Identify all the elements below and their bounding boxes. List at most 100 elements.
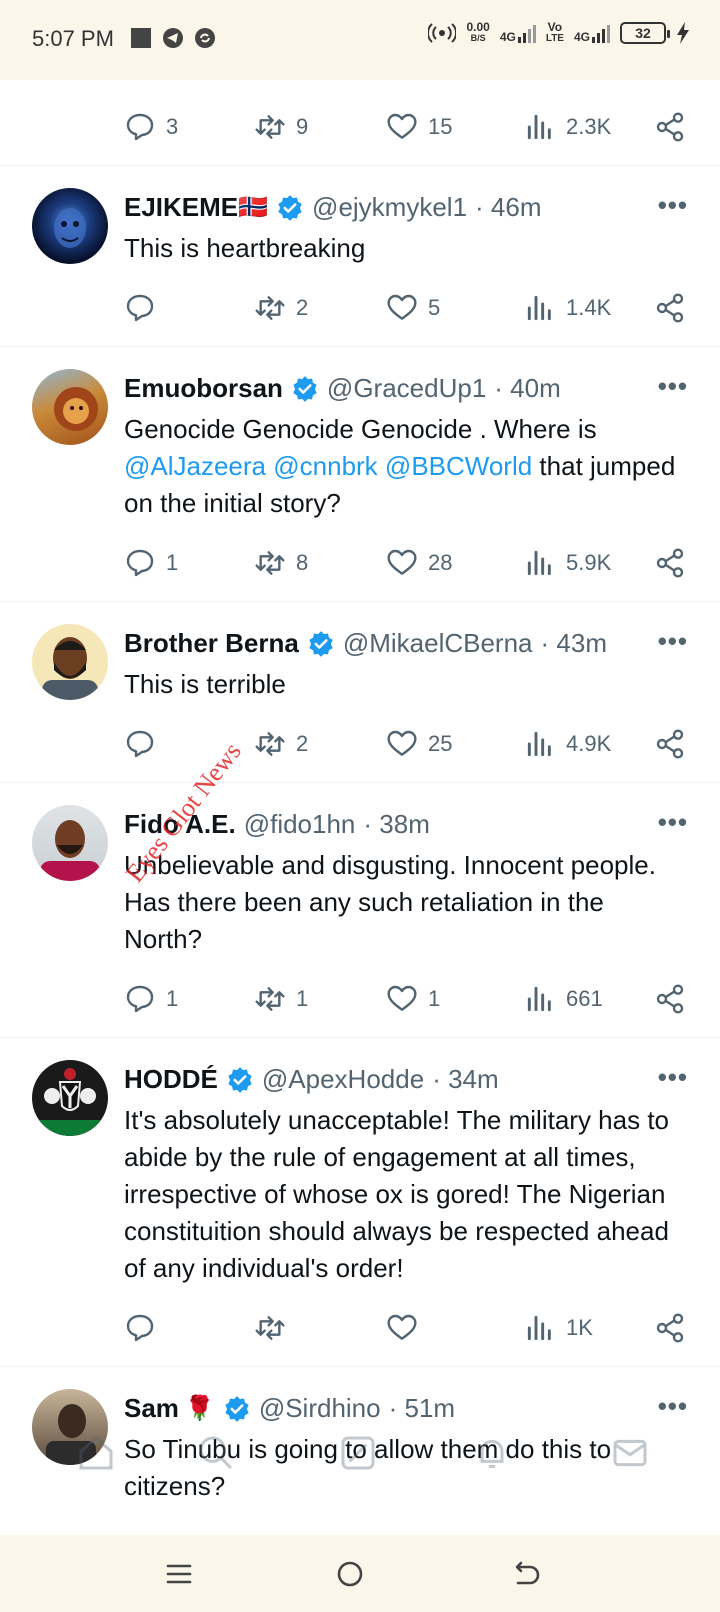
retweet-button[interactable]: 2: [254, 288, 308, 328]
like-button[interactable]: 1: [386, 979, 440, 1019]
like-button[interactable]: 28: [386, 543, 452, 583]
flag-emoji: 🇳🇴: [238, 194, 269, 221]
author-name[interactable]: Sam: [124, 1393, 179, 1424]
hotspot-icon: [428, 23, 457, 43]
telegram-icon: [163, 28, 183, 48]
reply-feed[interactable]: 3 9 15 2.3K EJIKEME 🇳🇴 @ejykmykel1 · 46m…: [0, 80, 720, 1535]
more-options-icon[interactable]: •••: [658, 190, 688, 221]
avatar[interactable]: [32, 624, 108, 700]
network-speed: 0.00 B/S: [466, 20, 490, 43]
more-options-icon[interactable]: •••: [658, 626, 688, 657]
signal-1: 4G: [500, 23, 536, 43]
avatar[interactable]: [32, 805, 108, 881]
share-icon: [656, 1313, 684, 1343]
views-icon: [527, 731, 551, 757]
recent-apps-icon[interactable]: [162, 1557, 196, 1591]
like-button[interactable]: 5: [386, 288, 440, 328]
like-button[interactable]: 15: [386, 107, 452, 147]
views-button[interactable]: 2.3K: [524, 107, 611, 147]
more-options-icon[interactable]: •••: [658, 1391, 688, 1422]
tweet-item[interactable]: HODDÉ @ApexHodde · 34m ••• It's absolute…: [0, 1038, 720, 1367]
retweet-button[interactable]: 9: [254, 107, 308, 147]
reply-button[interactable]: 1: [124, 979, 178, 1019]
retweet-button[interactable]: 8: [254, 543, 308, 583]
square-notification-icon: [131, 28, 151, 48]
tweet-actions: 1 1 1 661: [124, 979, 684, 1019]
views-button[interactable]: 661: [524, 979, 603, 1019]
verified-badge-icon: [291, 375, 319, 403]
mention-link[interactable]: @cnnbrk: [273, 451, 377, 481]
reply-icon: [126, 985, 154, 1013]
sync-icon: [195, 28, 215, 48]
share-button[interactable]: [654, 979, 686, 1019]
share-button[interactable]: [654, 107, 686, 147]
reply-button[interactable]: 1: [124, 543, 178, 583]
tweet-text: Genocide Genocide Genocide . Where is @A…: [124, 414, 676, 518]
back-icon[interactable]: [508, 1557, 542, 1591]
more-options-icon[interactable]: •••: [658, 1062, 688, 1093]
tweet-actions: 1K: [124, 1308, 684, 1348]
reply-icon: [126, 113, 154, 141]
author-name[interactable]: HODDÉ: [124, 1064, 218, 1095]
tweet-item[interactable]: Emuoborsan @GracedUp1 · 40m ••• Genocide…: [0, 347, 720, 602]
mention-link[interactable]: @AlJazeera: [124, 451, 266, 481]
views-button[interactable]: 5.9K: [524, 543, 611, 583]
views-button[interactable]: 1K: [524, 1308, 593, 1348]
tweet-actions: 2 5 1.4K: [124, 288, 684, 328]
retweet-icon: [255, 551, 285, 575]
reply-button[interactable]: [124, 288, 166, 328]
retweet-icon: [255, 987, 285, 1011]
share-icon: [656, 548, 684, 578]
retweet-button[interactable]: 2: [254, 724, 308, 764]
avatar[interactable]: [32, 1060, 108, 1136]
reply-button[interactable]: [124, 724, 166, 764]
heart-icon: [387, 294, 417, 320]
verified-badge-icon: [307, 630, 335, 658]
tweet-text: This is heartbreaking: [124, 233, 366, 263]
share-button[interactable]: [654, 543, 686, 583]
tweet-header: HODDÉ @ApexHodde · 34m: [124, 1064, 664, 1095]
share-icon: [656, 984, 684, 1014]
share-icon: [656, 112, 684, 142]
reply-button[interactable]: [124, 1308, 166, 1348]
avatar[interactable]: [32, 369, 108, 445]
retweet-button[interactable]: 1: [254, 979, 308, 1019]
heart-icon: [387, 730, 417, 756]
signal-icon: [517, 25, 536, 43]
tweet-item[interactable]: Fido A.E. @fido1hn · 38m ••• Unbelievabl…: [0, 783, 720, 1038]
verified-badge-icon: [223, 1395, 251, 1423]
share-button[interactable]: [654, 288, 686, 328]
tweet-header: Emuoborsan @GracedUp1 · 40m: [124, 373, 664, 404]
like-button[interactable]: [386, 1308, 428, 1348]
mention-link[interactable]: @BBCWorld: [385, 451, 532, 481]
avatar-face-icon: [54, 208, 86, 248]
share-button[interactable]: [654, 1308, 686, 1348]
tweet-item[interactable]: Brother Berna @MikaelCBerna · 43m ••• Th…: [0, 602, 720, 783]
signal-2: 4G: [574, 23, 610, 43]
grok-icon: [341, 1436, 375, 1470]
tweet-header: EJIKEME 🇳🇴 @ejykmykel1 · 46m: [124, 192, 664, 223]
views-button[interactable]: 4.9K: [524, 724, 611, 764]
tweet-text: This is terrible: [124, 669, 286, 699]
status-time: 5:07 PM: [32, 26, 114, 51]
avatar[interactable]: [32, 188, 108, 264]
more-options-icon[interactable]: •••: [658, 371, 688, 402]
views-button[interactable]: 1.4K: [524, 288, 611, 328]
author-name[interactable]: Brother Berna: [124, 628, 299, 659]
retweet-button[interactable]: [254, 1308, 296, 1348]
author-name[interactable]: EJIKEME: [124, 192, 238, 223]
share-button[interactable]: [654, 724, 686, 764]
more-options-icon[interactable]: •••: [658, 807, 688, 838]
home-button-icon[interactable]: [333, 1557, 367, 1591]
like-button[interactable]: 25: [386, 724, 452, 764]
charging-icon: [677, 22, 689, 44]
retweet-icon: [255, 296, 285, 320]
tweet-time: · 43m: [540, 628, 607, 658]
notifications-icon: [480, 1439, 504, 1468]
heart-icon: [387, 113, 417, 139]
tweet-item[interactable]: EJIKEME 🇳🇴 @ejykmykel1 · 46m ••• This is…: [0, 166, 720, 347]
verified-badge-icon: [226, 1066, 254, 1094]
author-handle: @ApexHodde: [261, 1064, 425, 1094]
author-name[interactable]: Emuoborsan: [124, 373, 283, 404]
reply-button[interactable]: 3: [124, 107, 178, 147]
